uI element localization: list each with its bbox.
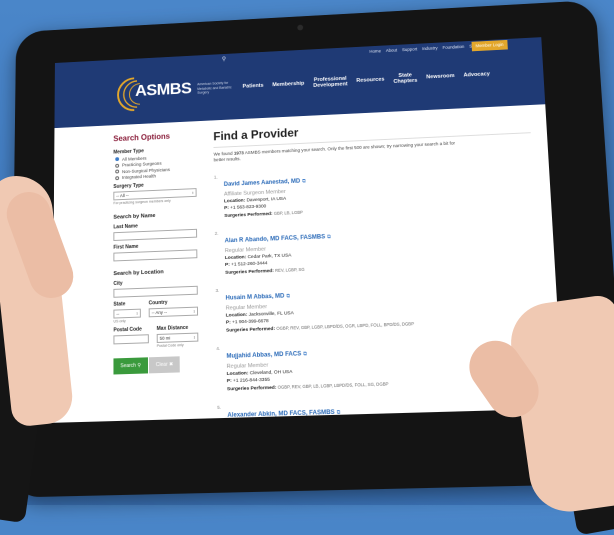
- result-number: 5.: [217, 405, 221, 410]
- radio-label: All Members: [122, 155, 147, 161]
- surgeries-value: REV, LGBP, SG: [275, 267, 305, 273]
- phone-value[interactable]: +1 904-399-6678: [232, 319, 269, 325]
- surgeries-label: Surgeries Performed:: [227, 386, 276, 393]
- result-number: 1.: [214, 174, 218, 179]
- location-value: Cleveland, OH USA: [250, 370, 293, 376]
- result-item: 3.Husain M Abbas, MD⧉Regular MemberLocat…: [215, 275, 541, 334]
- external-link-icon[interactable]: ⧉: [302, 178, 306, 184]
- result-number: 3.: [215, 288, 219, 293]
- clear-button[interactable]: Clear ✖: [149, 356, 180, 373]
- nav-professional-development[interactable]: Professional Development: [313, 76, 348, 89]
- util-nav-industry[interactable]: Industry: [422, 45, 438, 53]
- provider-name-link[interactable]: David James Aanestad, MD: [224, 178, 300, 187]
- search-button[interactable]: Search ⚲: [113, 357, 147, 374]
- max-distance-label: Max Distance: [157, 325, 199, 332]
- util-nav-foundation[interactable]: Foundation: [442, 43, 464, 52]
- radio-label: Integrated Health: [122, 174, 156, 180]
- nav-membership[interactable]: Membership: [272, 81, 304, 88]
- phone-label: P:: [227, 379, 232, 384]
- nav-newsroom[interactable]: Newsroom: [426, 73, 455, 80]
- last-name-input[interactable]: [113, 229, 197, 241]
- nav-state-chapters[interactable]: State Chapters: [393, 72, 417, 85]
- surgeries-label: Surgeries Performed:: [224, 212, 272, 219]
- asmbs-logo[interactable]: ASMBS American Society for Metabolic and…: [113, 71, 218, 114]
- phone-label: P:: [226, 320, 231, 325]
- state-select[interactable]: --: [113, 309, 140, 319]
- search-by-location-heading: Search by Location: [113, 268, 197, 277]
- util-nav-support[interactable]: Support: [402, 46, 417, 54]
- location-label: Location:: [225, 255, 246, 261]
- location-label: Location:: [224, 198, 245, 204]
- results-summary: We found 1973 ASMBS members matching you…: [214, 140, 461, 163]
- util-nav-home[interactable]: Home: [369, 48, 381, 56]
- postal-code-label: Postal Code: [113, 326, 148, 333]
- max-distance-select[interactable]: 50 mi: [157, 333, 199, 343]
- search-icon[interactable]: ⚲: [222, 56, 226, 63]
- postal-hint: Postal Code only: [157, 343, 199, 348]
- location-value: Jacksonville, FL USA: [249, 311, 294, 318]
- magnifier-icon: ⚲: [137, 363, 141, 369]
- postal-distance-row: Postal Code Max Distance 50 mi Postal Co…: [113, 321, 198, 350]
- location-label: Location:: [226, 313, 248, 319]
- location-value: Davenport, IA USA: [246, 197, 286, 204]
- location-label: Location:: [227, 371, 249, 377]
- search-options-sidebar: Search Options Member Type All Members P…: [113, 131, 198, 375]
- logo-subtitle: American Society for Metabolic and Baria…: [197, 81, 236, 96]
- nav-resources[interactable]: Resources: [356, 77, 384, 84]
- search-options-title: Search Options: [113, 131, 196, 143]
- location-value: Cedar Park, TX USA: [248, 253, 292, 260]
- surgeries-label: Surgeries Performed:: [226, 327, 275, 334]
- logo-wordmark: ASMBS: [135, 79, 191, 101]
- close-icon: ✖: [169, 362, 173, 368]
- phone-value[interactable]: +1 563-823-9300: [230, 204, 266, 210]
- state-country-row: State -- US only Country -- Any --: [113, 295, 198, 324]
- result-number: 2.: [215, 231, 219, 236]
- result-number: 4.: [216, 346, 220, 351]
- results-count: 1973: [234, 150, 244, 155]
- search-button-label: Search: [120, 363, 136, 370]
- surgeries-label: Surgeries Performed:: [225, 269, 274, 276]
- front-camera: [297, 25, 303, 31]
- util-nav-about[interactable]: About: [386, 47, 398, 55]
- external-link-icon[interactable]: ⧉: [286, 293, 290, 299]
- result-item: 1.David James Aanestad, MD⧉Affiliate Sur…: [214, 159, 535, 219]
- result-item: 2.Alan R Abando, MD FACS, FASMBS⧉Regular…: [215, 217, 539, 276]
- external-link-icon[interactable]: ⧉: [303, 351, 307, 357]
- country-select[interactable]: -- Any --: [149, 307, 198, 318]
- surgeries-value: OGBP, REV, GBP, LB, LGBP, LBPD/DS, FOLL,…: [278, 381, 389, 389]
- first-name-input[interactable]: [113, 249, 197, 261]
- phone-label: P:: [225, 263, 230, 268]
- phone-value[interactable]: +1 216-844-3355: [233, 378, 270, 384]
- postal-code-input[interactable]: [113, 334, 148, 344]
- nav-advocacy[interactable]: Advocacy: [463, 71, 490, 78]
- provider-name-link[interactable]: Alexander Abkin, MD FACS, FASMBS: [227, 410, 334, 419]
- phone-label: P:: [224, 206, 229, 211]
- provider-name-link[interactable]: Mujjahid Abbas, MD FACS: [226, 351, 301, 359]
- nav-patients[interactable]: Patients: [242, 83, 263, 90]
- member-login-button[interactable]: Member Login: [471, 40, 507, 51]
- main-nav: Patients Membership Professional Develop…: [242, 69, 490, 93]
- phone-value[interactable]: +1 512-260-3444: [231, 261, 267, 267]
- external-link-icon[interactable]: ⧉: [327, 234, 331, 240]
- search-by-name-heading: Search by Name: [113, 211, 197, 220]
- country-label: Country: [149, 299, 198, 307]
- summary-suffix: ASMBS members matching your search. Only…: [214, 140, 455, 162]
- external-link-icon[interactable]: ⧉: [337, 409, 341, 415]
- clear-button-label: Clear: [156, 362, 168, 368]
- state-label: State: [113, 301, 140, 308]
- provider-name-link[interactable]: Alan R Abando, MD FACS, FASMBS: [225, 234, 326, 244]
- provider-name-link[interactable]: Husain M Abbas, MD: [226, 293, 285, 301]
- surgeries-value: GBP, LB, LGBP: [274, 210, 303, 216]
